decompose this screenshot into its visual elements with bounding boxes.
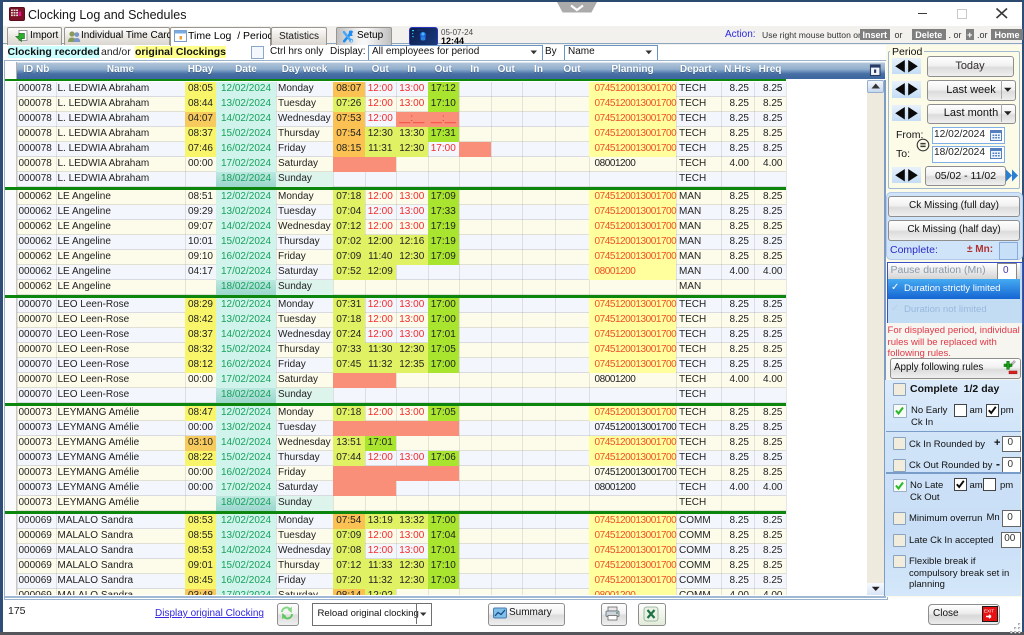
svg-text:EXIT: EXIT <box>984 609 994 614</box>
